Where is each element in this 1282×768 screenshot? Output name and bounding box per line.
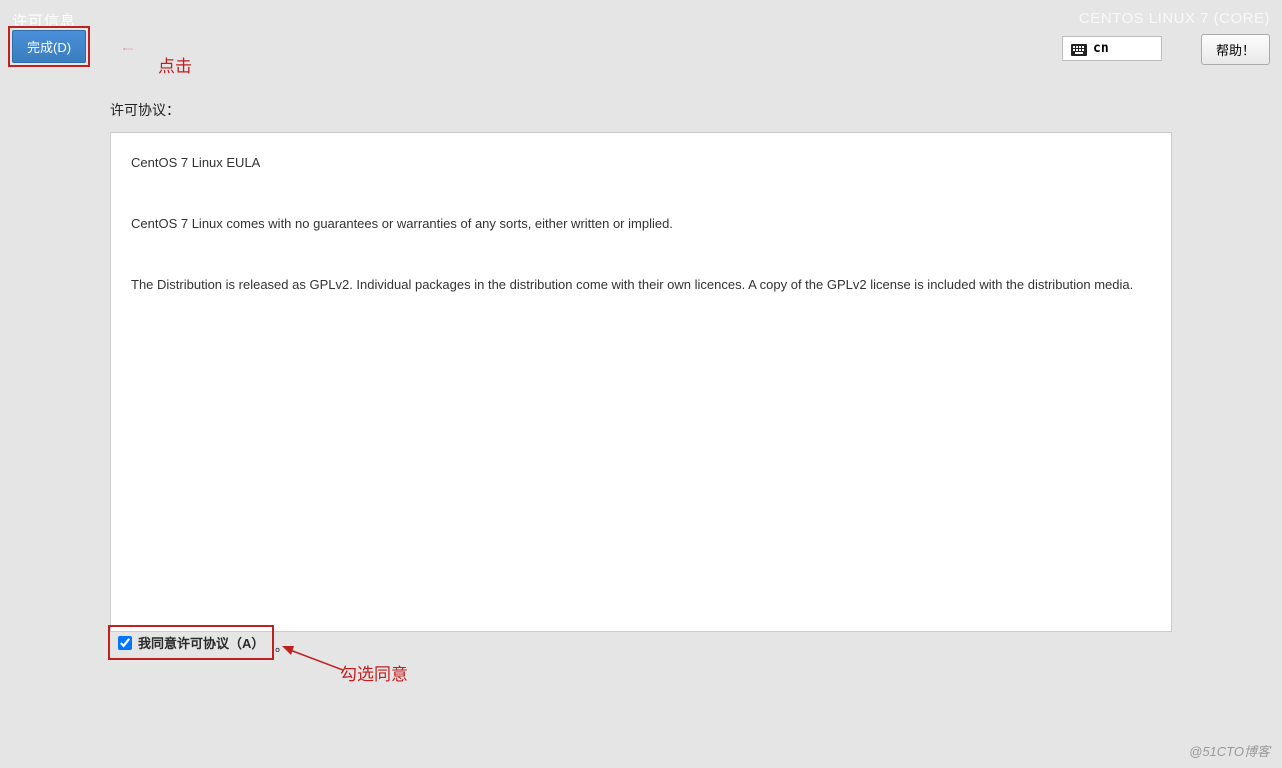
- help-button[interactable]: 帮助！: [1201, 34, 1270, 65]
- agree-label: 我同意许可协议（A）: [138, 633, 264, 652]
- content-area: 许可协议： CentOS 7 Linux EULA CentOS 7 Linux…: [110, 100, 1172, 708]
- watermark: @51CTO博客: [1189, 741, 1270, 760]
- license-textbox: CentOS 7 Linux EULA CentOS 7 Linux comes…: [110, 132, 1172, 632]
- done-button[interactable]: 完成(D): [12, 30, 86, 63]
- license-label: 许可协议：: [110, 100, 1172, 120]
- os-title: CENTOS LINUX 7 (CORE): [1079, 10, 1270, 27]
- agree-highlight: 我同意许可协议（A）: [108, 625, 274, 660]
- agree-checkbox[interactable]: [118, 636, 132, 650]
- annotation-arrow-icon: [278, 642, 343, 677]
- language-selector[interactable]: cn: [1062, 36, 1162, 61]
- header-bar: 许可信息 CENTOS LINUX 7 (CORE) 完成(D) 点击 cn 帮: [0, 0, 1282, 62]
- language-code: cn: [1093, 41, 1109, 56]
- eula-title: CentOS 7 Linux EULA: [131, 153, 1151, 174]
- keyboard-icon: [1071, 43, 1087, 55]
- annotation-click-label: 点击: [158, 52, 192, 77]
- annotation-arrow-icon: [98, 48, 158, 50]
- annotation-check-label: 勾选同意: [340, 660, 408, 685]
- done-button-highlight: 完成(D): [8, 26, 90, 67]
- eula-paragraph-1: CentOS 7 Linux comes with no guarantees …: [131, 214, 1151, 235]
- eula-paragraph-2: The Distribution is released as GPLv2. I…: [131, 275, 1151, 296]
